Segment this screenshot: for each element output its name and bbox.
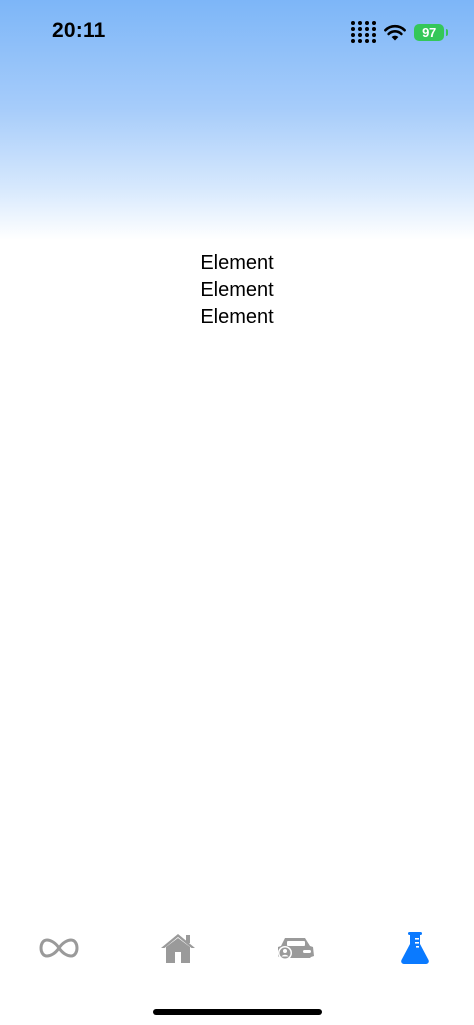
tab-home[interactable] <box>119 918 238 978</box>
tab-infinity[interactable] <box>0 918 119 978</box>
status-icons: 97 <box>351 21 448 43</box>
flask-icon <box>400 932 429 964</box>
status-bar: 20:11 97 <box>0 0 474 62</box>
battery-icon: 97 <box>414 23 448 41</box>
element-list: Element Element Element <box>0 250 474 331</box>
infinity-icon <box>39 938 79 958</box>
list-item: Element <box>200 252 274 274</box>
car-profile-icon <box>278 938 315 960</box>
cellular-signal-icon <box>351 21 376 43</box>
status-time: 20:11 <box>52 19 106 42</box>
list-item: Element <box>200 306 274 328</box>
tab-bar <box>0 918 474 978</box>
wifi-icon <box>384 24 406 40</box>
battery-level: 97 <box>422 24 436 40</box>
house-icon <box>160 934 195 963</box>
app-screen: 20:11 97 Element Element Element <box>0 0 474 1025</box>
home-indicator[interactable] <box>153 1009 322 1015</box>
list-item: Element <box>200 279 274 301</box>
tab-lab[interactable] <box>356 918 474 978</box>
tab-car-profile[interactable] <box>237 918 356 978</box>
